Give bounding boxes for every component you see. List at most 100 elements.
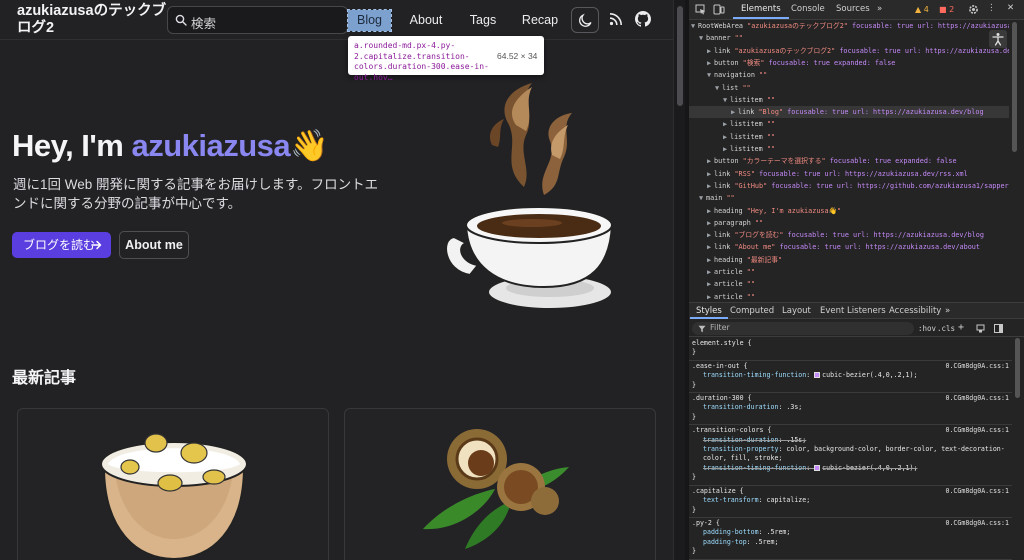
accessibility-tree-toggle[interactable] (989, 30, 1007, 48)
css-rule[interactable]: .capitalize {0.CGm8dg0A.css:1 text-transf… (689, 486, 1012, 518)
hover-state-toggle[interactable]: :hov (918, 324, 936, 333)
collapsed-triangle-icon[interactable]: ▶ (707, 45, 714, 57)
ax-tree-node[interactable]: ▶ heading "Hey, I'm azukiazusa👋" (689, 205, 1009, 217)
ax-tree-node[interactable]: ▶ link "ブログを読む" focusable: true url: http… (689, 229, 1009, 241)
ax-tree-node[interactable]: ▼ navigation "" (689, 69, 1009, 81)
ax-tree-node[interactable]: ▶ link "Blog" focusable: true url: https:… (689, 106, 1009, 119)
color-theme-button[interactable] (571, 7, 599, 33)
ax-tree-node[interactable]: ▶ paragraph "" (689, 217, 1009, 229)
collapsed-triangle-icon[interactable]: ▶ (707, 241, 714, 253)
article-card[interactable] (344, 408, 656, 560)
ax-tree-node[interactable]: ▼ banner "" (689, 32, 1009, 44)
collapsed-triangle-icon[interactable]: ▶ (707, 278, 714, 290)
tab-console[interactable]: Console (791, 4, 825, 14)
tab-sources[interactable]: Sources (836, 4, 870, 14)
ax-tree-node[interactable]: ▶ link "GitHub" focusable: true url: http… (689, 180, 1009, 192)
site-title-link[interactable]: azukiazusaのテックブログ2 (17, 3, 167, 37)
collapsed-triangle-icon[interactable]: ▶ (707, 229, 714, 241)
ax-tree-node[interactable]: ▶ article "" (689, 266, 1009, 278)
device-toolbar-icon[interactable] (713, 4, 725, 15)
css-rule[interactable]: element.style {} (689, 338, 1012, 361)
close-devtools-icon[interactable]: ✕ (1007, 3, 1014, 13)
css-rule-source-link[interactable]: 0.CGm8dg0A.css:1 (945, 394, 1009, 403)
styles-filter-input[interactable]: Filter (692, 322, 914, 335)
expanded-triangle-icon[interactable]: ▼ (699, 192, 706, 204)
ax-tree-node[interactable]: ▼ main "" (689, 192, 1009, 204)
collapsed-triangle-icon[interactable]: ▶ (707, 266, 714, 278)
ax-tree-node[interactable]: ▶ listitem "" (689, 118, 1009, 130)
ax-tree-node[interactable]: ▶ article "" (689, 278, 1009, 290)
easing-swatch-icon[interactable] (814, 464, 821, 471)
css-rule[interactable]: .ease-in-out {0.CGm8dg0A.css:1 transition… (689, 361, 1012, 394)
errors-badge[interactable]: ■ 2 (939, 5, 954, 14)
more-tabs-icon[interactable]: » (877, 4, 882, 14)
ax-tree-node[interactable]: ▶ button "カラーテーマを選択する" focusable: true ex… (689, 155, 1009, 167)
more-options-icon[interactable]: ⋮ (987, 3, 996, 13)
nav-link-recap[interactable]: Recap (518, 10, 562, 31)
ax-tree-node[interactable]: ▶ link "azukiazusaのテックブログ2" focusable: tr… (689, 45, 1009, 57)
nav-link-tags[interactable]: Tags (465, 10, 501, 31)
css-rule[interactable]: .duration-300 {0.CGm8dg0A.css:1 transitio… (689, 393, 1012, 426)
css-rule-source-link[interactable]: 0.CGm8dg0A.css:1 (945, 426, 1009, 435)
css-declaration[interactable]: padding-top: .5rem; (692, 538, 1009, 547)
ax-tree-node[interactable]: ▼ list "" (689, 82, 1009, 94)
collapsed-triangle-icon[interactable]: ▶ (707, 180, 714, 192)
ax-tree-node[interactable]: ▶ link "About me" focusable: true url: ht… (689, 241, 1009, 253)
tab-computed[interactable]: Computed (730, 306, 774, 316)
css-rule-source-link[interactable]: 0.CGm8dg0A.css:1 (945, 519, 1009, 528)
sidebar-toggle-icon[interactable] (994, 324, 1003, 333)
ax-tree-node[interactable]: ▶ article "" (689, 291, 1009, 302)
ax-tree-node[interactable]: ▶ listitem "" (689, 131, 1009, 143)
expanded-triangle-icon[interactable]: ▼ (691, 20, 698, 32)
tab-accessibility[interactable]: Accessibility (889, 306, 941, 316)
collapsed-triangle-icon[interactable]: ▶ (707, 205, 714, 217)
tree-scrollbar-thumb[interactable] (1012, 22, 1017, 152)
page-scrollbar[interactable] (673, 0, 685, 560)
ax-tree-node[interactable]: ▶ heading "最新記事" (689, 254, 1009, 266)
inspect-element-icon[interactable] (695, 4, 706, 15)
collapsed-triangle-icon[interactable]: ▶ (707, 155, 714, 167)
collapsed-triangle-icon[interactable]: ▶ (707, 217, 714, 229)
class-toggle[interactable]: .cls (937, 324, 955, 333)
css-rule[interactable]: .py-2 {0.CGm8dg0A.css:1 padding-bottom: .… (689, 518, 1012, 560)
page-scrollbar-thumb[interactable] (677, 6, 683, 106)
tab-elements[interactable]: Elements (733, 4, 789, 19)
css-rule-source-link[interactable]: 0.CGm8dg0A.css:1 (945, 487, 1009, 496)
ax-tree-node[interactable]: ▶ button "検索" focusable: true expanded: f… (689, 57, 1009, 69)
expanded-triangle-icon[interactable]: ▼ (699, 32, 706, 44)
toggle-print-icon[interactable] (976, 324, 985, 333)
css-declaration[interactable]: transition-duration: .15s; (692, 436, 1009, 445)
collapsed-triangle-icon[interactable]: ▶ (707, 291, 714, 302)
ax-tree-node[interactable]: ▶ link "RSS" focusable: true url: https:/… (689, 168, 1009, 180)
css-rule-source-link[interactable]: 0.CGm8dg0A.css:1 (945, 362, 1009, 371)
tree-scrollbar[interactable] (1011, 22, 1018, 302)
css-declaration[interactable]: transition-timing-function: cubic-bezier… (692, 464, 1009, 473)
css-declaration[interactable]: transition-property: color, background-c… (692, 445, 1009, 464)
ax-tree-node[interactable]: ▼ listitem "" (689, 94, 1009, 106)
rss-icon[interactable] (609, 12, 623, 26)
collapsed-triangle-icon[interactable]: ▶ (731, 106, 738, 118)
tab-event-listeners[interactable]: Event Listeners (820, 306, 886, 316)
collapsed-triangle-icon[interactable]: ▶ (707, 57, 714, 69)
collapsed-triangle-icon[interactable]: ▶ (707, 168, 714, 180)
collapsed-triangle-icon[interactable]: ▶ (723, 118, 730, 130)
css-rule[interactable]: .transition-colors {0.CGm8dg0A.css:1 tran… (689, 425, 1012, 486)
nav-link-blog[interactable]: Blog (347, 9, 392, 32)
expanded-triangle-icon[interactable]: ▼ (723, 94, 730, 106)
tab-styles[interactable]: Styles (690, 306, 728, 319)
read-blog-button[interactable]: ブログを読む (12, 232, 111, 258)
css-declaration[interactable]: text-transform: capitalize; (692, 496, 1009, 505)
ax-tree-node[interactable]: ▼ RootWebArea "azukiazusaのテックブログ2" focusa… (689, 20, 1009, 32)
tab-layout[interactable]: Layout (782, 306, 811, 316)
more-panes-icon[interactable]: » (945, 306, 950, 316)
collapsed-triangle-icon[interactable]: ▶ (723, 143, 730, 155)
css-declaration[interactable]: transition-timing-function: cubic-bezier… (692, 371, 1009, 380)
new-rule-button[interactable]: + (958, 322, 964, 333)
expanded-triangle-icon[interactable]: ▼ (707, 69, 714, 81)
easing-swatch-icon[interactable] (814, 372, 821, 379)
github-icon[interactable] (635, 11, 651, 27)
warnings-badge[interactable]: ▲ 4 (915, 5, 929, 14)
collapsed-triangle-icon[interactable]: ▶ (723, 131, 730, 143)
ax-tree-node[interactable]: ▶ listitem "" (689, 143, 1009, 155)
styles-scrollbar[interactable] (1014, 338, 1021, 560)
